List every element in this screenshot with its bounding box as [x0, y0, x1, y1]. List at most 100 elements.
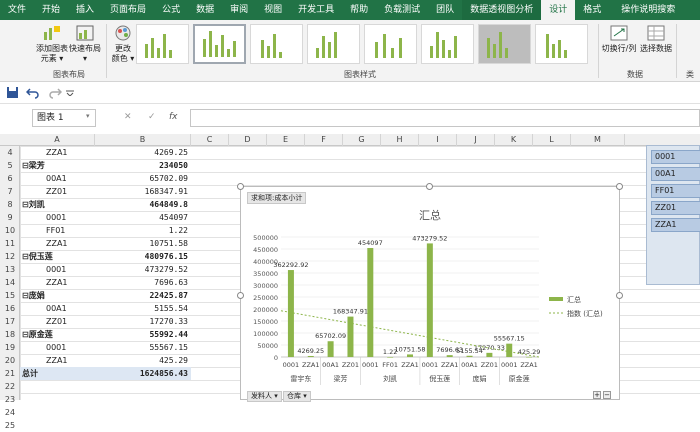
pivot-row-label[interactable]: ZZ01: [20, 185, 95, 198]
pivot-value-cell[interactable]: 65702.09: [95, 172, 191, 185]
column-header-j[interactable]: J: [457, 134, 495, 146]
row-header[interactable]: 12: [0, 250, 20, 263]
column-header-g[interactable]: G: [343, 134, 381, 146]
tab-9[interactable]: 帮助: [342, 0, 376, 20]
row-header[interactable]: 7: [0, 185, 20, 198]
pivot-chart[interactable]: 求和项:成本小计 发料人 ▾ 仓库 ▾ 汇总 0 50000 100000 150000…: [240, 186, 620, 402]
quick-layout-button[interactable]: 快速布局 ▾: [68, 24, 102, 64]
pivot-value-cell[interactable]: 168347.91: [95, 185, 191, 198]
tab-4[interactable]: 公式: [154, 0, 188, 20]
pivot-row-label[interactable]: FF01: [20, 224, 95, 237]
row-header[interactable]: 6: [0, 172, 20, 185]
row-header[interactable]: 5: [0, 159, 20, 172]
column-header-f[interactable]: F: [305, 134, 343, 146]
pivot-value-cell[interactable]: 464849.8: [95, 198, 191, 211]
slicer-item-ff01[interactable]: FF01: [651, 184, 700, 198]
pivot-value-cell[interactable]: 55567.15: [95, 341, 191, 354]
cancel-icon[interactable]: ✕: [124, 112, 132, 122]
slicer-item-00a1[interactable]: 00A1: [651, 167, 700, 181]
tab-0[interactable]: 文件: [0, 0, 34, 20]
chart-style-6[interactable]: [421, 24, 474, 64]
switch-row-column-button[interactable]: 切换行/列: [600, 24, 638, 54]
row-header[interactable]: 18: [0, 328, 20, 341]
row-header[interactable]: 10: [0, 224, 20, 237]
pivot-value-cell[interactable]: 10751.58: [95, 237, 191, 250]
row-header[interactable]: 9: [0, 211, 20, 224]
chart-style-8[interactable]: [535, 24, 588, 64]
pivot-value-cell[interactable]: 473279.52: [95, 263, 191, 276]
tab-5[interactable]: 数据: [188, 0, 222, 20]
row-header[interactable]: 21: [0, 367, 20, 380]
customize-qat-icon[interactable]: [66, 90, 74, 96]
change-colors-button[interactable]: 更改 颜色 ▾: [110, 24, 136, 64]
tab-7[interactable]: 视图: [256, 0, 290, 20]
tab-1[interactable]: 开始: [34, 0, 68, 20]
pivot-row-label[interactable]: ⊟刘凯: [20, 198, 95, 211]
row-header[interactable]: 13: [0, 263, 20, 276]
tab-11[interactable]: 团队: [428, 0, 462, 20]
column-header-e[interactable]: E: [267, 134, 305, 146]
chart-resize-handle[interactable]: [616, 183, 623, 190]
chart-style-7[interactable]: [478, 24, 531, 64]
column-header-l[interactable]: L: [533, 134, 571, 146]
pivot-row-label[interactable]: ⊟倪玉莲: [20, 250, 95, 263]
row-header[interactable]: 25: [0, 419, 20, 432]
tab-13[interactable]: 设计: [541, 0, 576, 20]
chart-resize-handle[interactable]: [426, 183, 433, 190]
row-header[interactable]: 22: [0, 380, 20, 393]
chart-style-5[interactable]: [364, 24, 417, 64]
column-header-b[interactable]: B: [95, 134, 191, 146]
slicer-item-zz01[interactable]: ZZ01: [651, 201, 700, 215]
tab-8[interactable]: 开发工具: [290, 0, 342, 20]
row-header[interactable]: 8: [0, 198, 20, 211]
select-data-button[interactable]: 选择数据: [640, 24, 672, 54]
pivot-value-cell[interactable]: 55992.44: [95, 328, 191, 341]
tab-10[interactable]: 负载测试: [376, 0, 428, 20]
slicer-item-zza1[interactable]: ZZA1: [651, 218, 700, 232]
row-header[interactable]: 4: [0, 146, 20, 159]
row-header[interactable]: 19: [0, 341, 20, 354]
redo-icon[interactable]: [48, 86, 62, 99]
enter-icon[interactable]: ✓: [148, 112, 156, 122]
pivot-row-label[interactable]: ZZA1: [20, 146, 95, 159]
pivot-value-cell[interactable]: 234050: [95, 159, 191, 172]
pivot-value-cell[interactable]: 1.22: [95, 224, 191, 237]
pivot-value-cell[interactable]: 1624856.43: [95, 367, 191, 380]
column-header-i[interactable]: I: [419, 134, 457, 146]
row-header[interactable]: 15: [0, 289, 20, 302]
pivot-value-cell[interactable]: 4269.25: [95, 146, 191, 159]
chart-style-2[interactable]: [193, 24, 246, 64]
row-header[interactable]: 20: [0, 354, 20, 367]
row-header[interactable]: 16: [0, 302, 20, 315]
row-header[interactable]: 14: [0, 276, 20, 289]
save-icon[interactable]: [6, 86, 19, 99]
column-header-a[interactable]: A: [20, 134, 95, 146]
formula-input[interactable]: [190, 109, 700, 127]
tab-12[interactable]: 数据透视图分析: [462, 0, 542, 20]
pivot-row-label[interactable]: 总计: [20, 367, 95, 380]
column-header-k[interactable]: K: [495, 134, 533, 146]
add-chart-element-button[interactable]: 添加图表 元素 ▾: [34, 24, 70, 64]
column-header-d[interactable]: D: [229, 134, 267, 146]
pivot-row-label[interactable]: 00A1: [20, 302, 95, 315]
chart-style-4[interactable]: [307, 24, 360, 64]
pivot-row-label[interactable]: 00A1: [20, 172, 95, 185]
insert-function-icon[interactable]: fx: [169, 112, 178, 122]
pivot-row-label[interactable]: ZZA1: [20, 354, 95, 367]
chart-style-1[interactable]: [136, 24, 189, 64]
pivot-value-cell[interactable]: 22425.87: [95, 289, 191, 302]
pivot-row-label[interactable]: ZZA1: [20, 276, 95, 289]
pivot-row-label[interactable]: ZZ01: [20, 315, 95, 328]
pivot-row-label[interactable]: ⊟原金莲: [20, 328, 95, 341]
slicer-item-0001[interactable]: 0001: [651, 150, 700, 164]
column-header-h[interactable]: H: [381, 134, 419, 146]
undo-icon[interactable]: [26, 86, 40, 99]
tab-6[interactable]: 审阅: [222, 0, 256, 20]
pivot-value-cell[interactable]: 5155.54: [95, 302, 191, 315]
tab-2[interactable]: 插入: [68, 0, 102, 20]
pivot-value-cell[interactable]: 7696.63: [95, 276, 191, 289]
pivot-value-cell[interactable]: 425.29: [95, 354, 191, 367]
collapse-field-icon[interactable]: −: [603, 391, 611, 399]
row-header[interactable]: 11: [0, 237, 20, 250]
tab-15[interactable]: 操作说明搜索: [613, 0, 683, 20]
